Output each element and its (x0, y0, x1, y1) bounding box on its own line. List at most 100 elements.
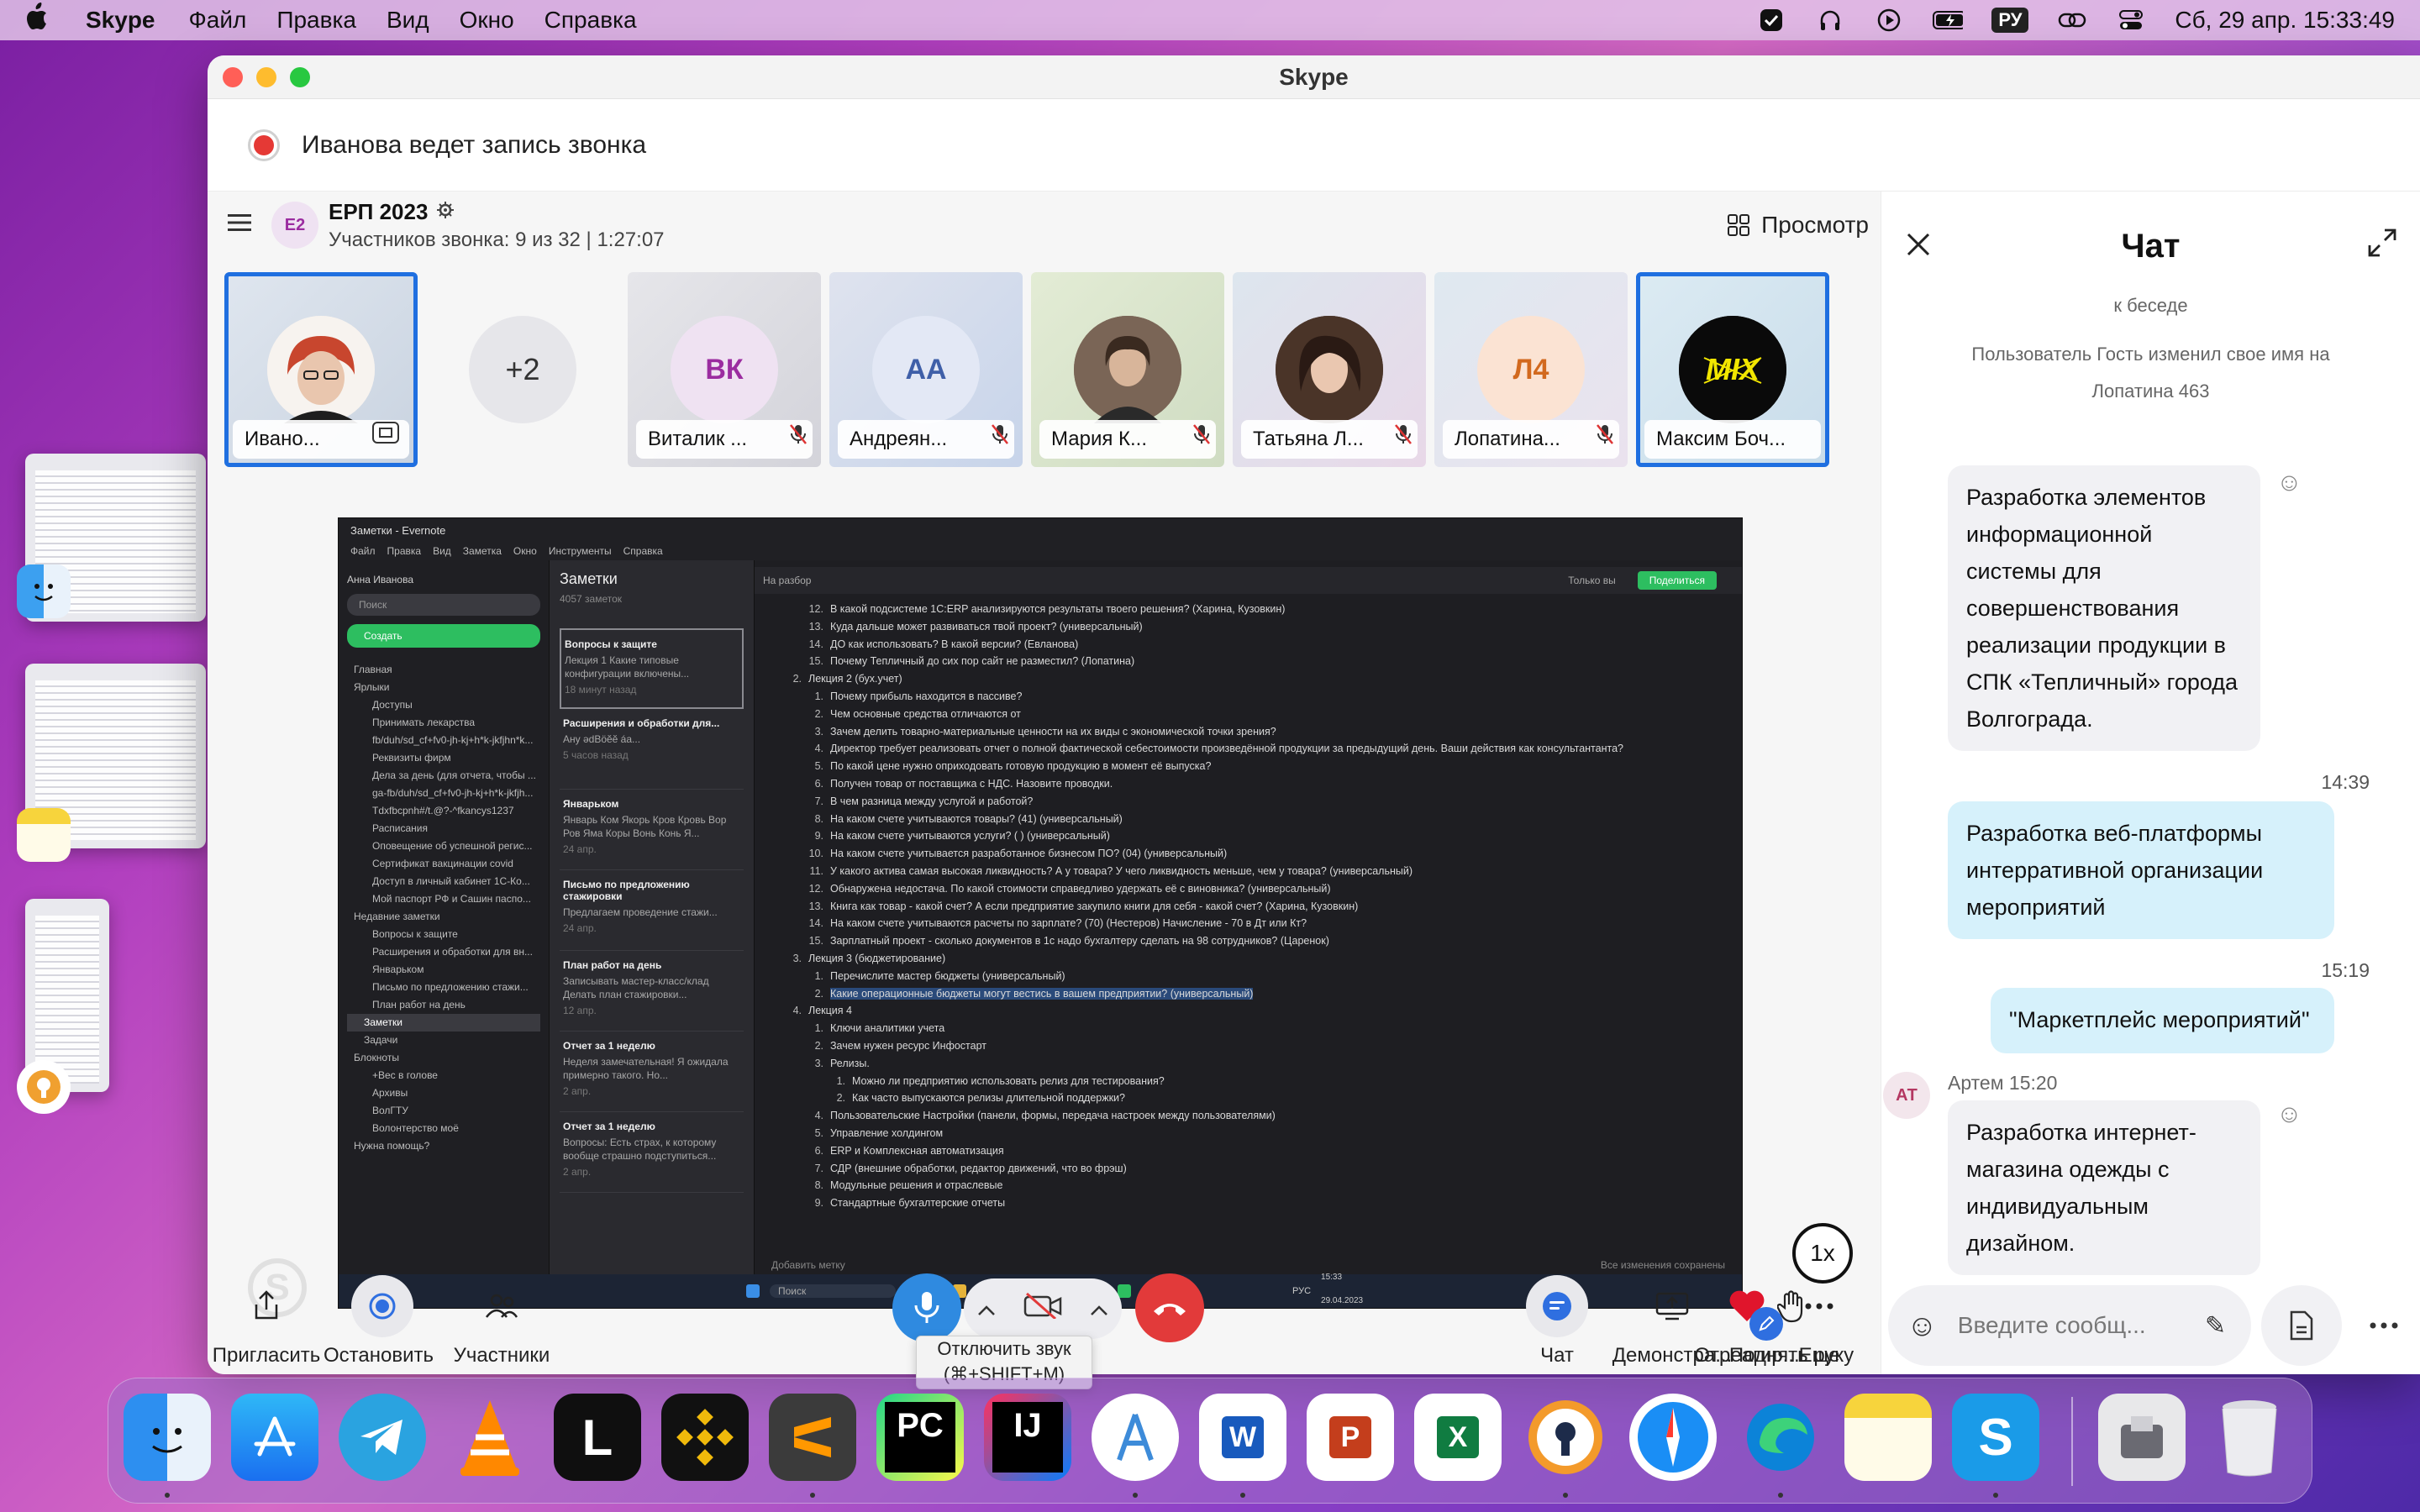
dock-pycharm-icon[interactable]: PC (876, 1394, 964, 1481)
shared-note-toolbar: На разбор Только вы Поделиться (755, 567, 1742, 594)
control-center-icon[interactable] (2116, 7, 2146, 34)
dock-notes-icon[interactable] (1844, 1394, 1932, 1481)
attach-file-button[interactable] (2261, 1285, 2342, 1366)
participants-button[interactable]: Участники (451, 1275, 552, 1368)
shared-note-row-text: Зачем нужен ресурс Инфостарт (830, 1039, 986, 1052)
input-language-badge[interactable]: РУ (1991, 8, 2029, 33)
shared-card-time: 2 апр. (563, 1085, 592, 1097)
shared-sidebar-item: Заметки (347, 1014, 540, 1032)
pen-format-icon[interactable]: ✎ (2205, 1311, 2226, 1341)
participant-tile[interactable]: Татьяна Л... (1233, 272, 1426, 467)
shared-note-row-text: У какого актива самая высокая ликвидност… (830, 864, 1413, 877)
menu-file[interactable]: Файл (189, 7, 247, 34)
chat-message-outgoing[interactable]: "Маркетплейс мероприятий" (1991, 988, 2334, 1053)
shared-note-row-text: Обнаружена недостача. По какой стоимости… (830, 882, 1331, 895)
shared-note-row-number: 14. (808, 917, 823, 930)
shared-note-row-text: Перечислите мастер бюджеты (универсальны… (830, 969, 1065, 982)
view-layout-button[interactable]: Просмотр (1728, 212, 1869, 239)
notes-app-icon[interactable] (17, 808, 71, 862)
dock-safari-icon[interactable] (1629, 1394, 1717, 1481)
dock-downloads-stack-icon[interactable] (2098, 1394, 2186, 1481)
apple-menu-icon[interactable] (25, 3, 55, 38)
zoom-window-button[interactable] (290, 66, 310, 87)
menu-app-name[interactable]: Skype (86, 7, 155, 34)
shared-note-row-text: Лекция 4 (808, 1005, 852, 1017)
camera-options-chevron-icon[interactable] (1090, 1294, 1108, 1323)
close-icon[interactable] (1905, 228, 1932, 266)
dock-app-store-icon[interactable] (231, 1394, 318, 1481)
dock-telegram-icon[interactable] (339, 1394, 426, 1481)
hang-up-icon (1154, 1304, 1186, 1315)
participant-tile[interactable]: Ивано... (224, 272, 418, 467)
shared-note-row-number: 8. (814, 1179, 823, 1192)
avatar[interactable]: АТ (1883, 1072, 1930, 1119)
finder-icon[interactable] (17, 564, 71, 618)
invite-button[interactable]: Пригласить (213, 1275, 320, 1368)
menu-bar-clock[interactable]: Сб, 29 апр. 15:33:49 (2175, 7, 2395, 34)
dock-word-icon[interactable]: W (1199, 1394, 1286, 1481)
vpn-app-icon[interactable] (17, 1060, 71, 1114)
emoji-icon[interactable]: ☺ (1907, 1308, 1938, 1343)
menu-view[interactable]: Вид (387, 7, 429, 34)
shared-card-title: Вопросы к защите (565, 638, 657, 650)
dock-edge-icon[interactable] (1737, 1394, 1824, 1481)
close-window-button[interactable] (223, 66, 243, 87)
participant-tile[interactable]: ВК Виталик ... (628, 272, 821, 467)
dock-finder-icon[interactable] (124, 1394, 211, 1481)
menu-window[interactable]: Окно (460, 7, 514, 34)
participant-tile[interactable]: АА Андреян... (829, 272, 1023, 467)
more-options-icon[interactable] (2350, 1285, 2417, 1366)
dock-intellij-icon[interactable]: IJ (984, 1394, 1071, 1481)
stop-recording-button[interactable]: Остановить ... (324, 1275, 441, 1374)
overflow-participants[interactable]: +2 (426, 272, 619, 467)
camera-off-icon[interactable] (1023, 1292, 1062, 1326)
checkbox-status-icon[interactable] (1756, 7, 1786, 34)
dock-powerpoint-icon[interactable]: P (1307, 1394, 1394, 1481)
minimize-window-button[interactable] (256, 66, 276, 87)
chat-button[interactable]: Чат (1507, 1275, 1607, 1368)
shared-card-text: Январь Ком Якорь Кров Кровь Вор Ров Яма … (563, 814, 727, 839)
chat-message-incoming[interactable]: Разработка элементов информационной сист… (1948, 465, 2260, 751)
more-button[interactable]: Еще (1773, 1275, 1865, 1368)
message-input[interactable]: ☺ Введите сообщ... ✎ (1888, 1285, 2251, 1366)
link-icon[interactable] (2057, 7, 2087, 34)
chat-message-outgoing[interactable]: Разработка веб-платформы интерративной о… (1948, 801, 2334, 939)
participant-tile[interactable]: Л4 Лопатина... (1434, 272, 1628, 467)
participant-name-text: Максим Боч... (1656, 428, 1786, 450)
menu-bar-status-area: РУ Сб, 29 апр. 15:33:49 (1756, 7, 2395, 34)
dock-binance-icon[interactable] (661, 1394, 749, 1481)
group-name[interactable]: ЕРП 2023 (329, 199, 428, 225)
battery-icon[interactable] (1933, 7, 1964, 34)
dock-excel-icon[interactable]: X (1414, 1394, 1502, 1481)
shared-screen[interactable]: Заметки - Evernote Файл Правка Вид Замет… (338, 517, 1743, 1309)
hamburger-menu-icon[interactable] (228, 211, 251, 239)
screen-share-icon (372, 422, 399, 449)
headphones-icon[interactable] (1815, 7, 1845, 34)
end-call-button[interactable] (1135, 1273, 1204, 1342)
gear-icon[interactable] (436, 199, 455, 225)
shared-sidebar-item: Январьком (372, 963, 424, 975)
menu-help[interactable]: Справка (544, 7, 637, 34)
menu-edit[interactable]: Правка (276, 7, 356, 34)
add-reaction-icon[interactable]: ☺ (2276, 1100, 2302, 1129)
dock-lightshot-icon[interactable]: L (554, 1394, 641, 1481)
shared-note-editor: На разбор Только вы Поделиться 12. В како… (755, 560, 1742, 1274)
shared-note-row-text: На каком счете учитываются товары? (41) … (830, 812, 1123, 825)
dock-vlc-icon[interactable] (446, 1394, 534, 1481)
dock-trash-icon[interactable] (2206, 1394, 2293, 1481)
dock-sublime-icon[interactable] (769, 1394, 856, 1481)
microphone-button[interactable] (892, 1273, 961, 1342)
play-circle-icon[interactable] (1874, 7, 1904, 34)
dock-skype-icon[interactable]: S (1952, 1394, 2039, 1481)
shared-sidebar-item: Недавние заметки (354, 911, 440, 922)
shared-sidebar-item: Сертификат вакцинации covid (372, 858, 513, 869)
add-reaction-icon[interactable]: ☺ (2276, 469, 2302, 497)
mic-options-chevron-icon[interactable] (977, 1294, 996, 1323)
participant-tile[interactable]: MIX Максим Боч... (1636, 272, 1829, 467)
dock-vpn-icon[interactable] (1522, 1394, 1609, 1481)
dock-android-studio-icon[interactable] (1092, 1394, 1179, 1481)
participant-tile[interactable]: Мария К... (1031, 272, 1224, 467)
group-avatar[interactable]: E2 (271, 202, 318, 249)
expand-icon[interactable] (2368, 228, 2396, 265)
shared-note-card: Вопросы к защите Лекция 1 Какие типовые … (560, 628, 744, 709)
